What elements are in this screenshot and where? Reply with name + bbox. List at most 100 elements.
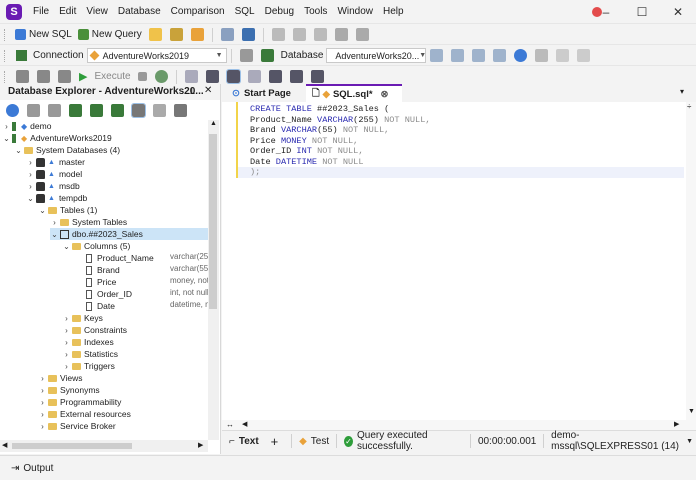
tree-node[interactable]: › Views (38, 372, 82, 384)
plan-icon[interactable] (184, 70, 198, 83)
tree-node[interactable]: › ◆ demo (2, 120, 51, 132)
indent-icon[interactable] (556, 49, 570, 62)
tree-node[interactable]: › Service Broker (38, 420, 116, 432)
collapse-arrow-icon[interactable]: ⌄ (26, 194, 35, 203)
text-view-tab[interactable]: ⌐ Text (226, 432, 262, 451)
add-tab-button[interactable]: + (268, 432, 282, 451)
menu-window[interactable]: Window (332, 0, 378, 24)
tab-start-page[interactable]: ⊙ Start Page (226, 84, 306, 102)
connection-select[interactable]: AdventureWorks2019 ▼ (86, 48, 227, 63)
tree-node[interactable]: › Keys (62, 312, 103, 324)
scrollbar-thumb[interactable] (209, 134, 217, 309)
menu-debug[interactable]: Debug (260, 0, 299, 24)
print-icon[interactable] (310, 70, 324, 83)
tree-node[interactable]: Order_ID (74, 288, 132, 300)
tree-node[interactable]: › ▲ master (26, 156, 85, 168)
scroll-up-icon[interactable]: ▲ (210, 120, 217, 127)
expand-arrow-icon[interactable]: › (26, 170, 35, 179)
pin-icon[interactable]: ⊥ (188, 86, 196, 97)
disconnect-icon[interactable] (111, 103, 124, 117)
code-line[interactable]: ); (250, 167, 431, 178)
tree-node[interactable]: ⌄ Tables (1) (38, 204, 97, 216)
menu-sql[interactable]: SQL (230, 0, 260, 24)
explorer-vertical-scrollbar[interactable]: ▲ (208, 120, 219, 440)
scroll-left-icon[interactable]: ◀ (2, 441, 7, 449)
design-icon[interactable] (472, 49, 486, 62)
stop-icon[interactable] (137, 72, 147, 81)
tree-node[interactable]: › ▲ msdb (26, 180, 80, 192)
scroll-right-icon[interactable]: ▶ (198, 441, 203, 449)
new-sql-button[interactable]: New SQL (12, 25, 75, 44)
connect-icon[interactable] (260, 49, 274, 62)
expand-arrow-icon[interactable]: › (38, 422, 47, 431)
tree-node[interactable]: ⌄ System Databases (4) (14, 144, 120, 156)
collapse-arrow-icon[interactable]: ⌄ (62, 242, 71, 251)
expand-arrow-icon[interactable]: › (62, 326, 71, 335)
object-view-icon[interactable] (131, 102, 146, 118)
collapse-arrow-icon[interactable]: ⌄ (14, 146, 23, 155)
tree-node[interactable]: › Programmability (38, 396, 121, 408)
expand-arrow-icon[interactable]: › (38, 386, 47, 395)
menu-edit[interactable]: Edit (54, 0, 81, 24)
code-line[interactable]: Price MONEY NOT NULL, (250, 136, 431, 147)
tree-node[interactable]: › Statistics (62, 348, 118, 360)
menu-tools[interactable]: Tools (299, 0, 332, 24)
scroll-down-icon[interactable]: ▼ (688, 408, 695, 415)
expand-arrow-icon[interactable]: › (62, 362, 71, 371)
tree-node[interactable]: ⌄ dbo.##2023_Sales (50, 228, 208, 240)
tree-node[interactable]: Date (74, 300, 115, 312)
copy-icon[interactable] (48, 103, 61, 117)
redo-icon[interactable] (355, 28, 369, 41)
database-tool-icon[interactable] (58, 70, 71, 83)
column-guide-icon[interactable]: ↔ (226, 420, 234, 429)
history-icon[interactable] (154, 70, 168, 83)
schema-icon[interactable] (451, 49, 465, 62)
undo-icon[interactable] (334, 28, 348, 41)
expand-arrow-icon[interactable]: › (2, 122, 11, 131)
profile-icon[interactable] (205, 70, 219, 83)
scrollbar-thumb[interactable] (12, 443, 132, 449)
expand-arrow-icon[interactable]: › (26, 158, 35, 167)
menu-comparison[interactable]: Comparison (166, 0, 230, 24)
expand-arrow-icon[interactable]: › (38, 410, 47, 419)
open-file-icon[interactable] (169, 28, 183, 41)
menu-database[interactable]: Database (113, 0, 166, 24)
delete-icon[interactable] (27, 103, 40, 117)
results-icon[interactable] (225, 69, 241, 84)
menu-view[interactable]: View (81, 0, 113, 24)
settings-icon[interactable] (174, 103, 187, 117)
editor-vertical-scrollbar[interactable]: ÷ ▼ (686, 102, 696, 420)
outdent-icon[interactable] (577, 49, 591, 62)
explorer-horizontal-scrollbar[interactable]: ◀ ▶ (0, 440, 208, 452)
scroll-left-icon[interactable]: ◀ (242, 420, 247, 428)
database-select[interactable]: AdventureWorks20... ▼ (326, 48, 427, 63)
scroll-right-icon[interactable]: ▶ (674, 420, 679, 428)
project-icon[interactable] (190, 28, 204, 41)
code-line[interactable]: Date DATETIME NOT NULL (250, 157, 431, 168)
tree-node[interactable]: › Synonyms (38, 384, 100, 396)
close-button[interactable]: ✕ (660, 0, 696, 24)
expand-arrow-icon[interactable]: › (62, 338, 71, 347)
text-icon[interactable] (268, 70, 282, 83)
refresh-icon[interactable] (6, 103, 19, 117)
export-icon[interactable] (289, 70, 303, 83)
tree-node[interactable]: Price (74, 276, 116, 288)
code-line[interactable]: CREATE TABLE ##2023_Sales ( (250, 104, 431, 115)
tree-node[interactable]: › Constraints (62, 324, 127, 336)
expand-arrow-icon[interactable]: › (62, 314, 71, 323)
grid-icon[interactable] (247, 70, 261, 83)
collapse-arrow-icon[interactable]: ⌄ (2, 134, 11, 143)
tree-node[interactable]: Brand (74, 264, 120, 276)
settings-icon[interactable] (535, 49, 549, 62)
paste-icon[interactable] (313, 28, 327, 41)
tree-node[interactable]: ⌄ ▲ tempdb (26, 192, 87, 204)
tree-node[interactable]: › Triggers (62, 360, 115, 372)
database-tool-icon[interactable] (16, 70, 29, 83)
expand-arrow-icon[interactable]: › (50, 218, 59, 227)
expand-arrow-icon[interactable]: › (62, 350, 71, 359)
new-connection-icon[interactable] (69, 103, 82, 117)
disconnect-icon[interactable] (239, 49, 253, 62)
tree-node[interactable]: ⌄ Columns (5) (62, 240, 130, 252)
tree-node[interactable]: ⌄ ◆ AdventureWorks2019 (2, 132, 112, 144)
play-icon[interactable]: ▶ (79, 70, 87, 83)
